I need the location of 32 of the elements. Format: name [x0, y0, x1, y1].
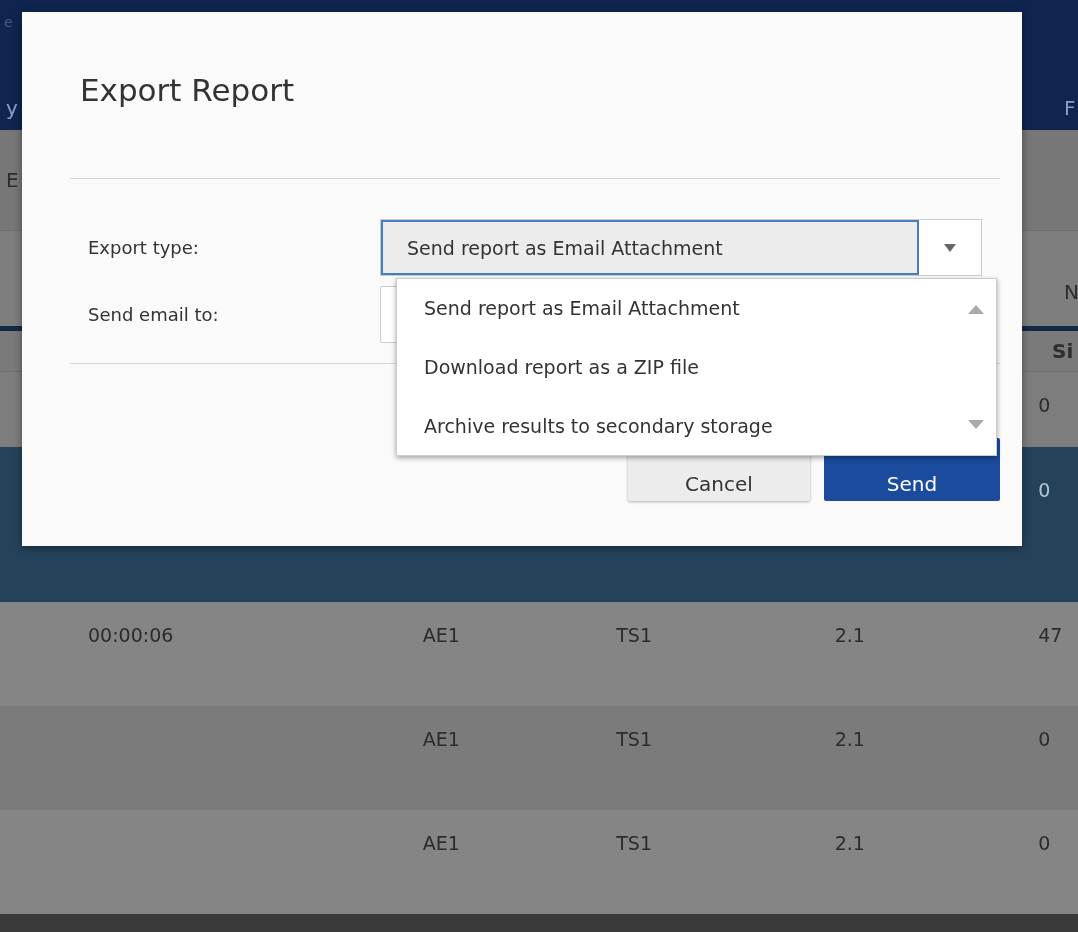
table-cell: 0	[1038, 832, 1051, 854]
table-cell: 2.1	[834, 624, 865, 646]
table-cell: 0	[1038, 479, 1051, 501]
table-cell: TS1	[616, 624, 653, 646]
header-text: e	[3, 13, 13, 30]
table-cell: 2.1	[834, 832, 865, 854]
dropdown-option[interactable]: Send report as Email Attachment	[397, 279, 956, 338]
table-cell: TS1	[616, 728, 653, 750]
column-header: N	[1064, 280, 1078, 304]
nav-item[interactable]: F	[1064, 96, 1078, 120]
dialog-title: Export Report	[80, 72, 295, 108]
scroll-down-icon[interactable]	[968, 420, 984, 429]
field-label: Send email to:	[87, 304, 220, 325]
table-cell: 00:00:06	[88, 624, 174, 646]
table-cell: TS1	[616, 832, 653, 854]
table-cell: AE1	[422, 624, 460, 646]
dropdown-option[interactable]: Download report as a ZIP file	[397, 337, 956, 397]
scroll-up-icon[interactable]	[968, 305, 984, 314]
table-cell: 47	[1038, 624, 1063, 646]
table-cell: AE1	[422, 728, 460, 750]
field-label: Export type:	[87, 237, 200, 258]
table-cell: 0	[1038, 394, 1051, 416]
toolbar-text: E	[5, 168, 19, 192]
table-row[interactable]: 00:00:06 AE1 TS1 2.1 47	[0, 602, 1078, 706]
table-cell: 2.1	[834, 728, 865, 750]
nav-item[interactable]: y	[0, 96, 18, 120]
export-type-select[interactable]: Send report as Email Attachment	[380, 219, 982, 276]
column-header: Si	[1052, 339, 1075, 363]
table-cell: AE1	[422, 832, 460, 854]
caret-icon	[944, 243, 956, 252]
table-cell: 0	[1038, 728, 1051, 750]
table-row[interactable]: AE1 TS1 2.1 0	[0, 810, 1078, 914]
